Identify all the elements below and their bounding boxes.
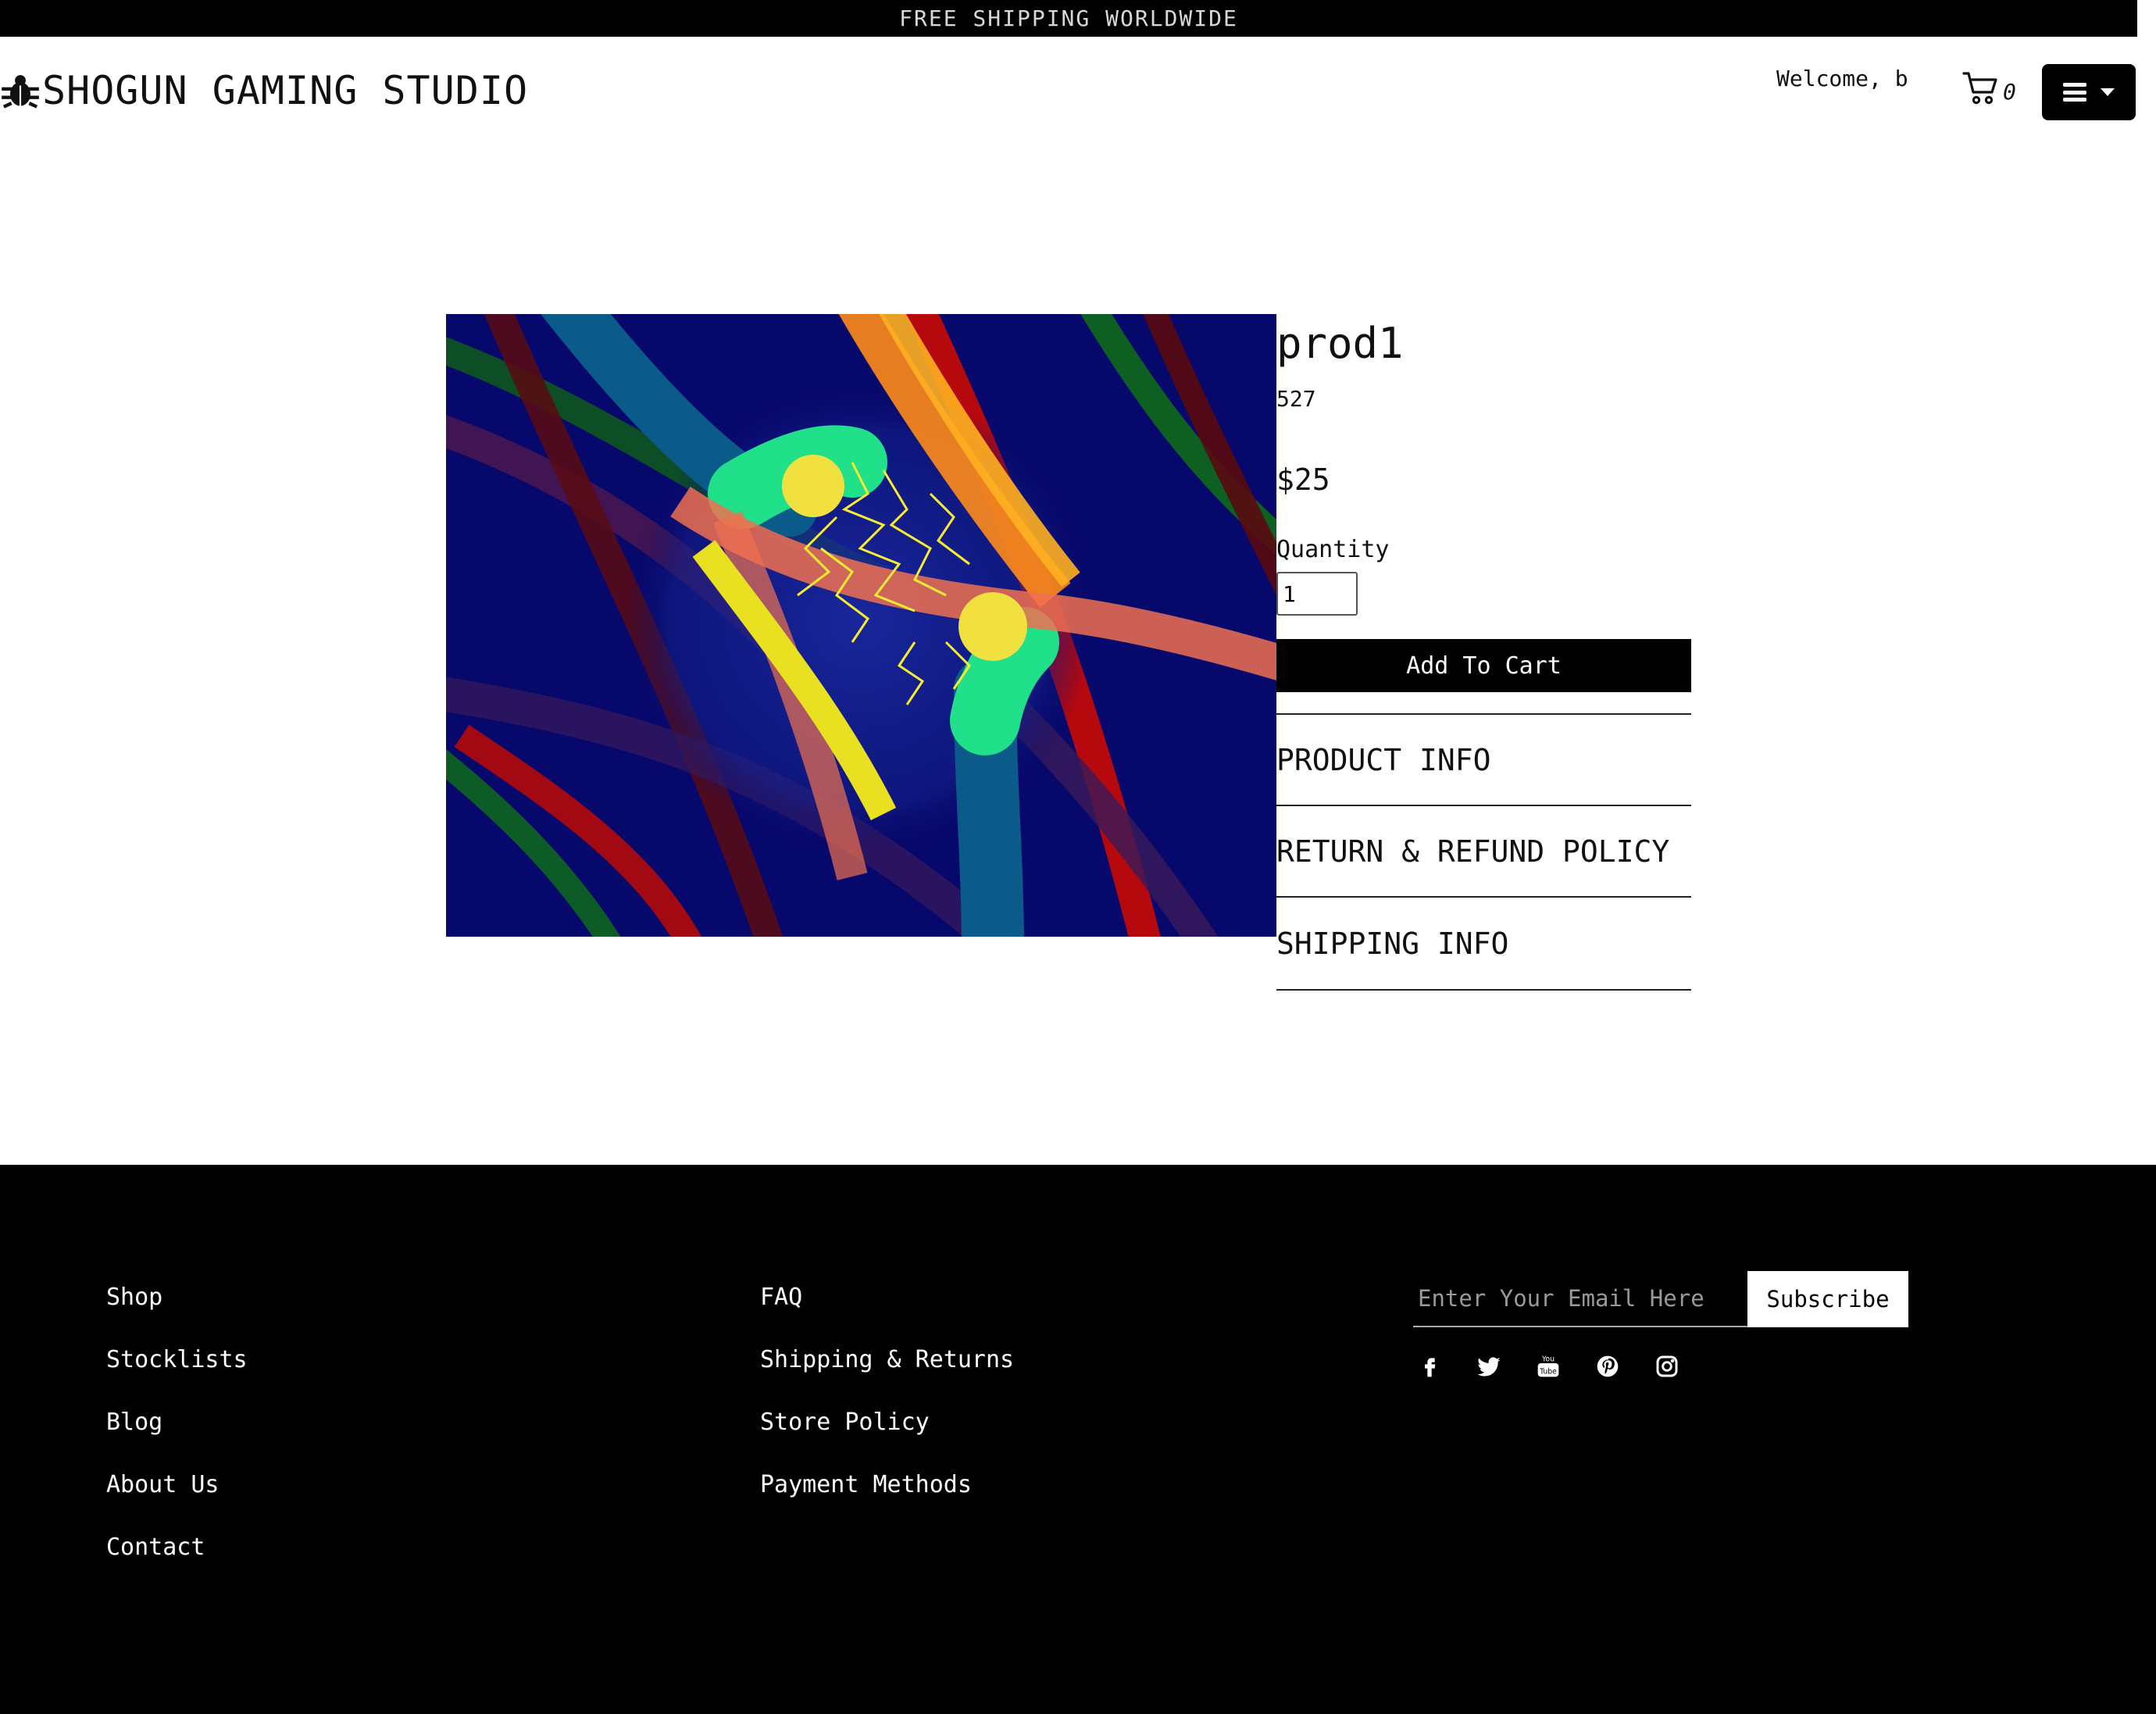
- welcome-text: Welcome, b: [1776, 66, 1908, 91]
- newsletter-form: Subscribe: [1413, 1271, 1908, 1327]
- accordion-return-refund-policy[interactable]: RETURN & REFUND POLICY: [1276, 805, 1691, 896]
- product-image: [446, 314, 1276, 937]
- announcement-text: FREE SHIPPING WORLDWIDE: [899, 5, 1238, 31]
- product-sku: 527: [1276, 386, 1316, 412]
- instagram-icon[interactable]: [1653, 1352, 1681, 1380]
- add-to-cart-button[interactable]: Add To Cart: [1276, 639, 1691, 692]
- footer-link-about-us[interactable]: About Us: [106, 1469, 248, 1532]
- social-links: You Tube: [1415, 1352, 1681, 1380]
- announcement-bar: FREE SHIPPING WORLDWIDE: [0, 0, 2137, 37]
- pinterest-icon[interactable]: [1594, 1352, 1622, 1380]
- youtube-icon[interactable]: You Tube: [1534, 1352, 1562, 1380]
- svg-text:Tube: Tube: [1539, 1367, 1557, 1376]
- caret-down-icon: [2101, 88, 2115, 96]
- accordion-shipping-info[interactable]: SHIPPING INFO: [1276, 896, 1691, 991]
- svg-text:You: You: [1541, 1355, 1555, 1363]
- quantity-input[interactable]: [1276, 572, 1358, 616]
- subscribe-button[interactable]: Subscribe: [1747, 1271, 1908, 1327]
- menu-dropdown-button[interactable]: [2042, 64, 2136, 120]
- footer-column-shop: Shop Stocklists Blog About Us Contact: [106, 1282, 248, 1594]
- brand-name: SHOGUN GAMING STUDIO: [42, 68, 529, 113]
- footer-link-store-policy[interactable]: Store Policy: [760, 1407, 1014, 1469]
- footer-link-stocklists[interactable]: Stocklists: [106, 1344, 248, 1407]
- footer-link-shop[interactable]: Shop: [106, 1282, 248, 1344]
- footer-link-payment-methods[interactable]: Payment Methods: [760, 1469, 1014, 1532]
- hamburger-icon: [2063, 83, 2086, 102]
- accordion-product-info[interactable]: PRODUCT INFO: [1276, 713, 1691, 805]
- cart-icon: [1962, 72, 1997, 105]
- quantity-label: Quantity: [1276, 536, 1390, 563]
- footer-link-blog[interactable]: Blog: [106, 1407, 248, 1469]
- email-input[interactable]: [1413, 1271, 1747, 1327]
- bug-icon: [2, 75, 39, 109]
- product-accordion: PRODUCT INFO RETURN & REFUND POLICY SHIP…: [1276, 713, 1691, 991]
- facebook-icon[interactable]: [1415, 1352, 1444, 1380]
- footer: Shop Stocklists Blog About Us Contact FA…: [0, 1165, 2156, 1714]
- product-price: $25: [1276, 462, 1330, 497]
- cart-count: 0: [2003, 79, 2016, 105]
- footer-link-faq[interactable]: FAQ: [760, 1282, 1014, 1344]
- brand-logo[interactable]: SHOGUN GAMING STUDIO: [0, 62, 528, 119]
- twitter-icon[interactable]: [1475, 1352, 1503, 1380]
- product-title: prod1: [1276, 319, 1404, 368]
- cart-button[interactable]: 0: [1962, 69, 2016, 106]
- footer-link-shipping-returns[interactable]: Shipping & Returns: [760, 1344, 1014, 1407]
- footer-column-help: FAQ Shipping & Returns Store Policy Paym…: [760, 1282, 1014, 1532]
- footer-link-contact[interactable]: Contact: [106, 1532, 248, 1594]
